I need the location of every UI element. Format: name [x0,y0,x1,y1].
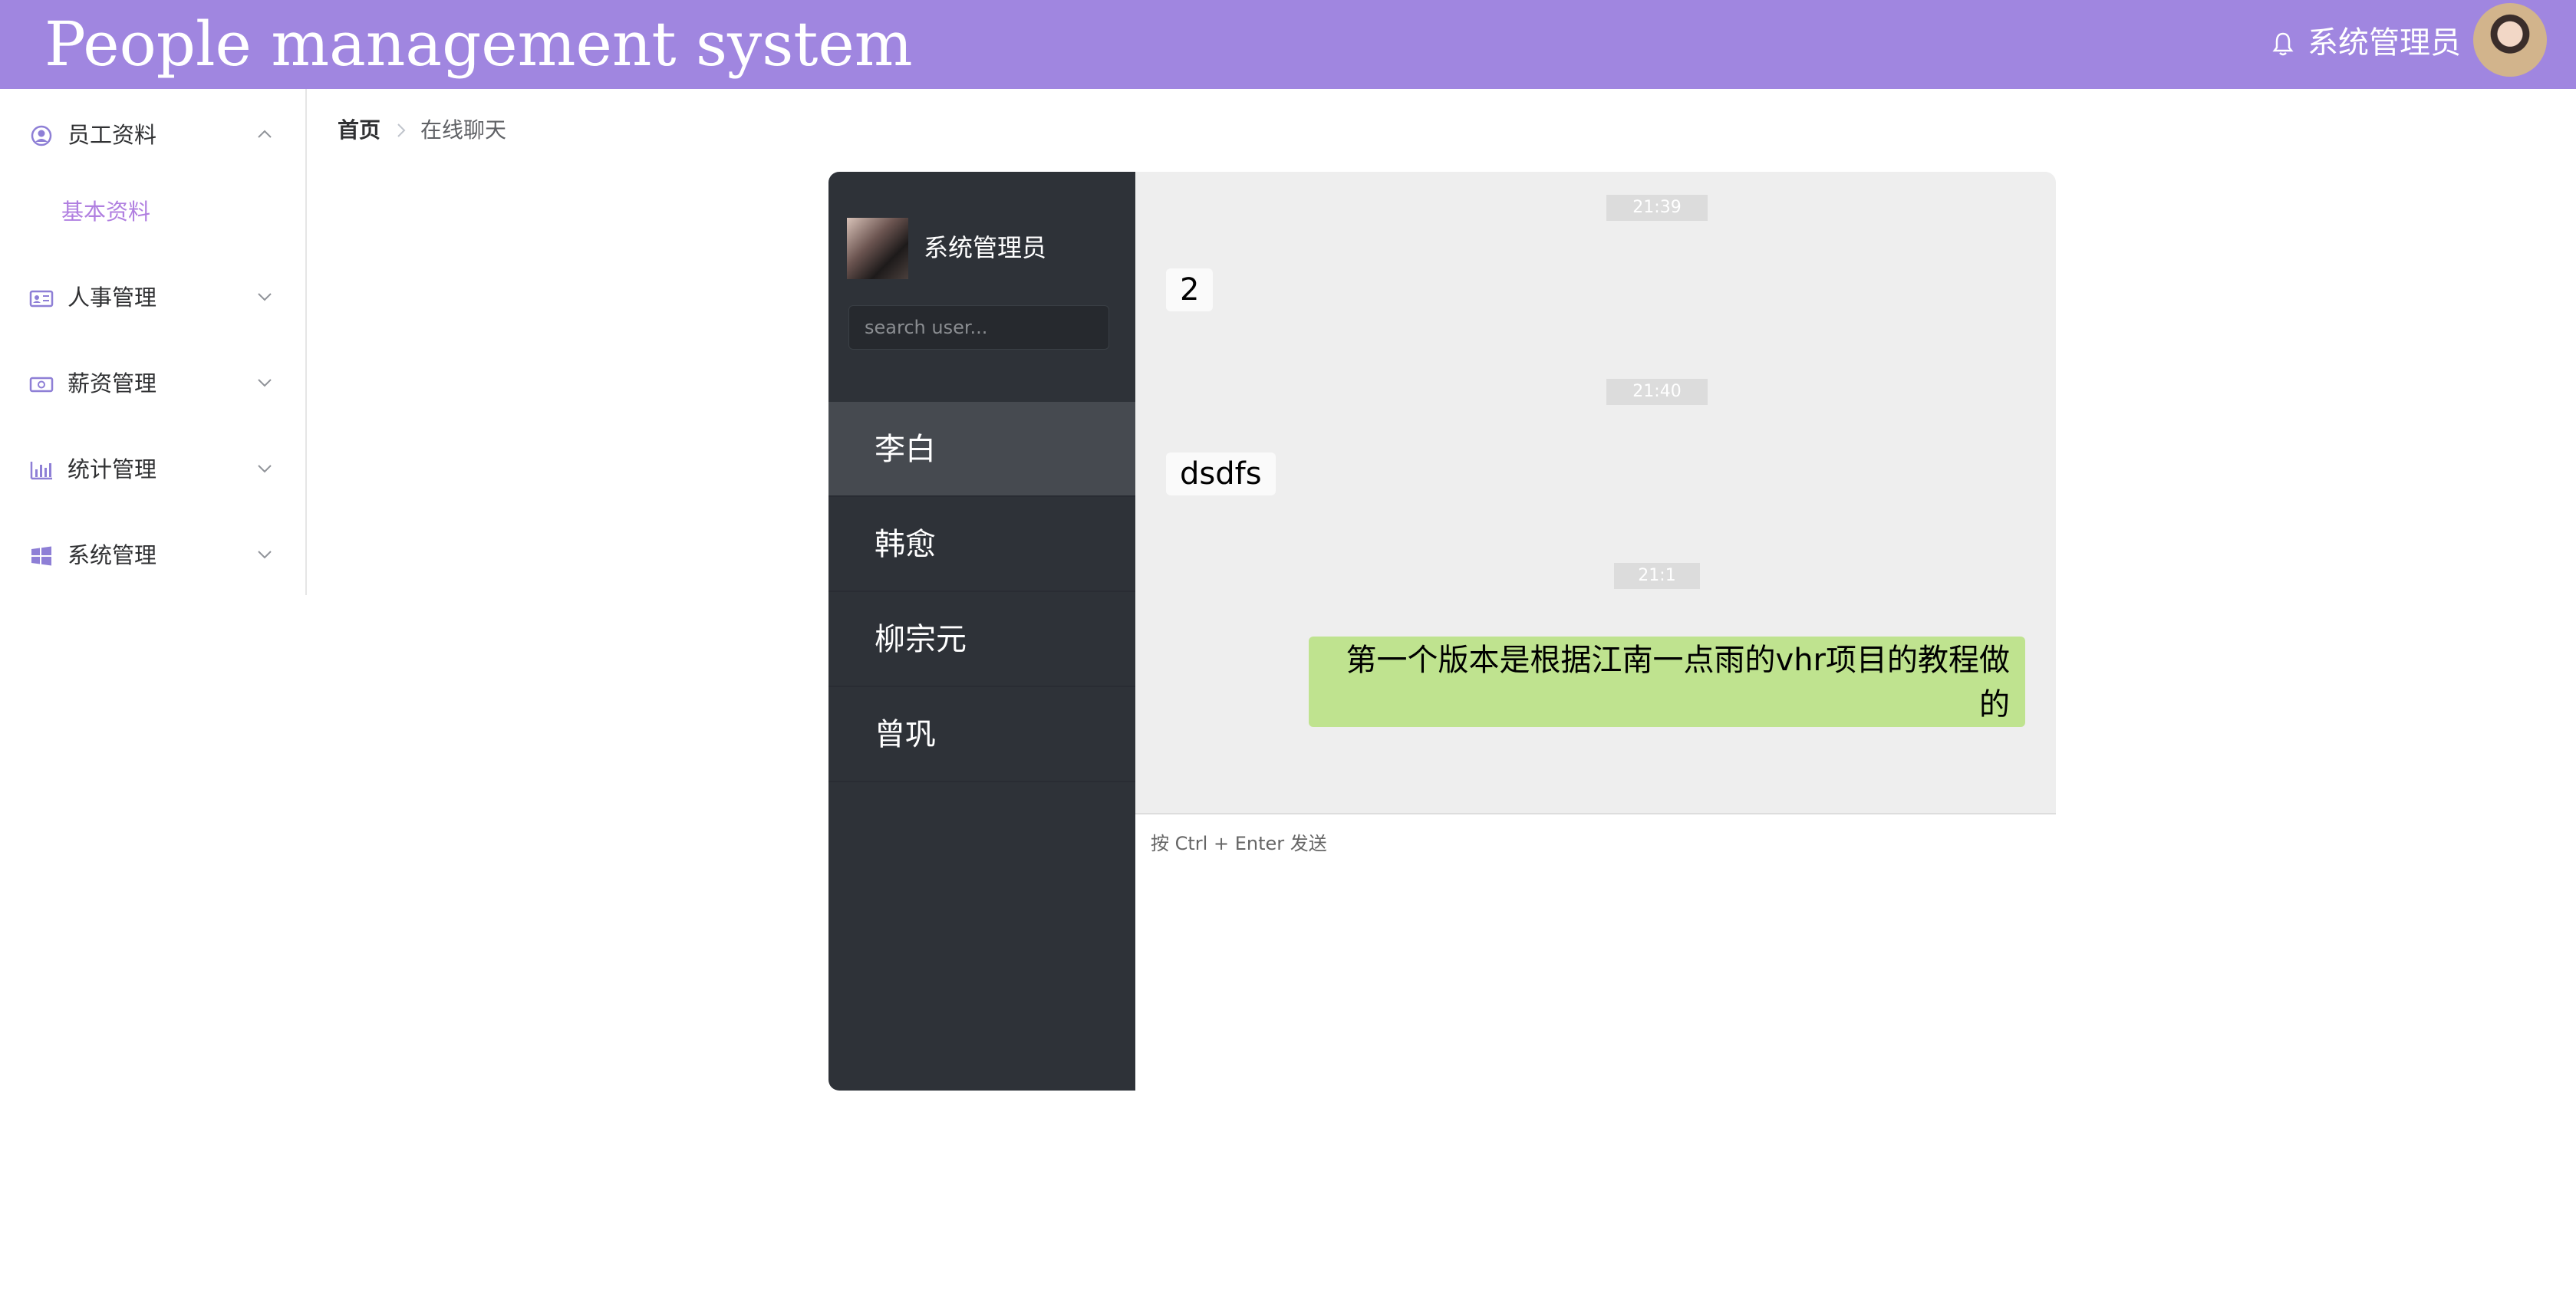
money-icon [29,377,54,393]
bell-icon[interactable] [2272,31,2294,57]
chevron-down-icon [258,293,272,301]
breadcrumb-home[interactable]: 首页 [338,114,380,147]
chevron-down-icon [258,551,272,559]
menu-salary[interactable]: 薪资管理 [0,356,305,411]
chevron-up-icon [258,130,272,138]
message-input[interactable] [1135,865,2056,1087]
menu-label: 员工资料 [68,122,157,148]
windows-icon [31,546,51,566]
bar-chart-icon [30,462,52,480]
chevron-down-icon [258,465,272,473]
submenu-basic-data[interactable]: 基本资料 [0,184,305,239]
header-user-name[interactable]: 系统管理员 [2308,21,2461,64]
message-bubble-self: 第一个版本是根据江南一点雨的vhr项目的教程做的 [1309,637,2025,727]
chevron-right-icon [397,123,406,137]
user-circle-icon [31,125,52,146]
app-title: People management system [44,8,913,80]
contact-name: 韩愈 [875,527,936,562]
chat-user-avatar [847,218,908,279]
menu-label: 统计管理 [68,456,157,482]
contact-name: 李白 [875,432,936,467]
breadcrumb-current: 在线聊天 [420,117,507,143]
menu-label: 人事管理 [68,285,157,311]
contact-item[interactable]: 李白 [828,402,1135,497]
contact-item[interactable]: 韩愈 [828,497,1135,592]
chat-user-name: 系统管理员 [924,233,1047,262]
message-time: 21:40 [1606,379,1708,405]
menu-system[interactable]: 系统管理 [0,528,305,583]
message-time: 21:1 [1614,563,1700,589]
message-list[interactable]: 21:39 2 21:40 dsdfs 21:1 第一个版本是根据江南一点雨的v… [1135,172,2056,814]
chevron-down-icon [258,379,272,387]
message-bubble: 2 [1166,268,1214,311]
menu-statistics[interactable]: 统计管理 [0,442,305,497]
message-time: 21:39 [1606,195,1708,221]
id-card-icon [29,290,54,308]
contact-name: 柳宗元 [875,622,967,657]
sidebar-menu: 员工资料 基本资料 人事管理 薪资管理 统计管理 系统管理 [0,89,307,595]
chat-sidebar: 系统管理员 李白 韩愈 柳宗元 曾巩 [828,172,1135,1091]
menu-personnel[interactable]: 人事管理 [0,270,305,325]
menu-label: 薪资管理 [68,370,157,396]
top-header: People management system 系统管理员 [0,0,2576,89]
message-bubble: dsdfs [1166,452,1276,495]
search-user-input[interactable] [848,305,1109,350]
menu-employee-data[interactable]: 员工资料 [0,107,305,163]
contact-name: 曾巩 [875,717,936,752]
submenu-label: 基本资料 [61,199,151,225]
menu-label: 系统管理 [68,542,157,568]
contact-item[interactable]: 柳宗元 [828,592,1135,687]
chat-window: 系统管理员 李白 韩愈 柳宗元 曾巩 21:39 2 21:40 dsdfs 2… [828,172,2056,1091]
contact-item[interactable]: 曾巩 [828,687,1135,782]
header-avatar[interactable] [2473,3,2547,77]
chat-input-area: 按 Ctrl + Enter 发送 [1135,816,2056,1091]
send-hint: 按 Ctrl + Enter 发送 [1151,833,1327,854]
